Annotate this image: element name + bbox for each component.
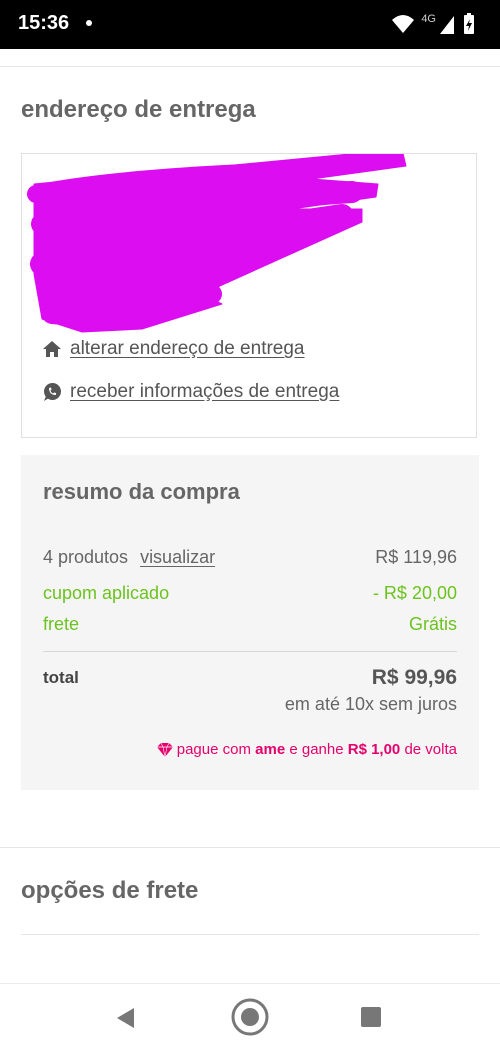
address-card: alterar endereço de entrega receber info… <box>21 153 477 438</box>
receive-info-label[interactable]: receber informações de entrega <box>70 381 339 403</box>
top-divider <box>0 66 500 67</box>
products-value: R$ 119,96 <box>375 547 457 567</box>
products-count: 4 produtos <box>43 547 129 567</box>
wifi-icon <box>392 15 414 33</box>
ame-amount: R$ 1,00 <box>347 741 401 758</box>
receive-delivery-info-link[interactable]: receber informações de entrega <box>42 379 339 405</box>
change-address-link[interactable]: alterar endereço de entrega <box>42 336 305 362</box>
total-label: total <box>43 668 79 687</box>
recents-icon[interactable] <box>360 1006 382 1028</box>
system-navigation-bar <box>0 983 500 1050</box>
shipping-label: frete <box>43 614 80 634</box>
whatsapp-icon <box>44 383 61 401</box>
ame-brand: ame <box>255 741 286 758</box>
shipping-value: Grátis <box>408 614 457 634</box>
ame-cashback-promo: pague com ame e ganhe R$ 1,00 de volta <box>155 741 457 758</box>
home-icon <box>43 341 61 357</box>
coupon-value: - R$ 20,00 <box>372 583 457 603</box>
ame-middle: e ganhe <box>285 741 348 758</box>
battery-icon <box>464 13 474 34</box>
ame-suffix: de volta <box>400 741 457 758</box>
order-summary-title: resumo da compra <box>43 479 240 504</box>
delivery-section-title: endereço de entrega <box>21 96 256 123</box>
shipping-options-title[interactable]: opções de frete <box>21 877 198 905</box>
status-time: 15:36 <box>18 12 70 34</box>
redacted-address-scribble <box>27 154 407 333</box>
installments-text: em até 10x sem juros <box>284 694 457 714</box>
total-value: R$ 99,96 <box>371 666 457 689</box>
change-address-label[interactable]: alterar endereço de entrega <box>70 338 305 360</box>
status-bar: 15:36 4G <box>0 0 500 49</box>
ame-diamond-icon <box>156 742 173 757</box>
back-icon[interactable] <box>114 1006 138 1030</box>
section-divider <box>0 847 500 848</box>
view-products-link[interactable]: visualizar <box>140 547 215 567</box>
shipping-options-divider <box>21 934 479 935</box>
signal-icon <box>440 16 454 34</box>
system-icons <box>392 13 474 34</box>
coupon-label: cupom aplicado <box>43 583 170 603</box>
summary-divider <box>43 651 457 652</box>
notification-dot-icon <box>86 20 92 26</box>
order-summary-card: resumo da compra 4 produtos visualizar R$… <box>21 455 479 790</box>
ame-prefix: pague com <box>176 741 256 758</box>
home-nav-icon[interactable] <box>230 997 270 1037</box>
